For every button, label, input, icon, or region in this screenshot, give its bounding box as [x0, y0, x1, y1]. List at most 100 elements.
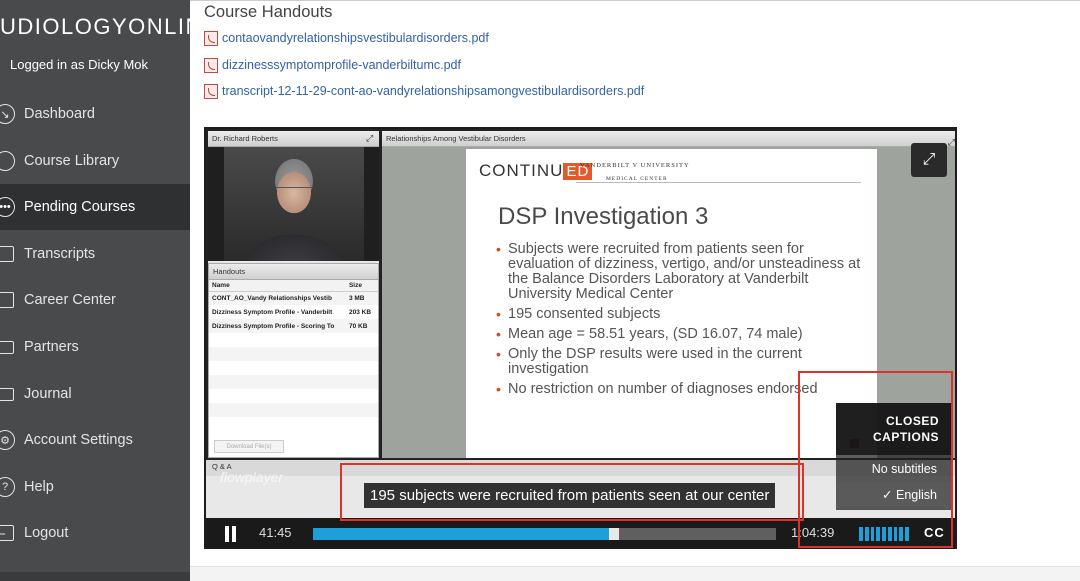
help-icon: ? [0, 476, 16, 498]
empty-row [209, 403, 378, 417]
briefcase-icon [0, 289, 16, 311]
library-icon [0, 150, 16, 172]
cc-button[interactable]: CC [924, 525, 945, 540]
volume-bar [870, 527, 875, 541]
handouts-panel: Handouts Name Size CONT_AO_Vandy Relatio… [208, 263, 379, 458]
handouts-panel-header: Handouts [209, 264, 378, 280]
volume-bar [864, 527, 869, 541]
sidebar-footer [0, 572, 190, 581]
table-row[interactable]: CONT_AO_Vandy Relationships Vestib 3 MB [209, 291, 378, 305]
course-handouts-title: Course Handouts [204, 3, 333, 21]
continued-logo: CONTINU ED [479, 161, 593, 181]
video-player[interactable]: Dr. Richard Roberts ⤢ Handouts Name Size… [204, 127, 957, 549]
empty-row [209, 347, 378, 361]
volume-bar [876, 527, 881, 541]
current-time: 41:45 [259, 525, 292, 540]
logout-icon: – [0, 522, 16, 544]
slides-panel-header: Relationships Among Vestibular Disorders… [382, 131, 955, 150]
brand-logo[interactable]: UDIOLOGYONLINE [0, 14, 219, 40]
sidebar-item-logout[interactable]: – Logout [0, 510, 190, 556]
slide-bullet: 195 consented subjects [496, 307, 866, 323]
sidebar-item-career-center[interactable]: Career Center [0, 277, 190, 323]
progress-bar[interactable] [313, 528, 776, 540]
download-files-button[interactable]: Download File(s) [214, 440, 284, 453]
cc-option-no-subtitles[interactable]: No subtitles [836, 457, 953, 481]
slide-divider [576, 182, 861, 183]
table-row[interactable]: Dizziness Symptom Profile - Scoring To 7… [209, 319, 378, 333]
presentation-title: Relationships Among Vestibular Disorders [386, 134, 526, 143]
sidebar: UDIOLOGYONLINE Logged in as Dicky Mok ↘ … [0, 0, 218, 581]
sidebar-item-journal[interactable]: Journal [0, 371, 190, 417]
sidebar-item-help[interactable]: ? Help [0, 464, 190, 510]
gear-icon: ⚙ [0, 429, 16, 451]
file-size: 3 MB [345, 291, 378, 305]
slide-bullet: Only the DSP results were used in the cu… [496, 347, 866, 377]
bottom-strip [190, 566, 1080, 581]
slide: CONTINU ED VANDERBILT V UNIVERSITY MEDICA… [466, 149, 877, 458]
pdf-icon [204, 83, 218, 99]
volume-bar [905, 527, 910, 541]
progress-fill [313, 528, 610, 540]
sidebar-item-transcripts[interactable]: Transcripts [0, 231, 190, 277]
pdf-icon [204, 57, 218, 73]
cc-option-english[interactable]: ✓ English [836, 482, 953, 508]
vanderbilt-logo: VANDERBILT V UNIVERSITY [580, 162, 690, 169]
sidebar-item-label: Help [24, 479, 54, 495]
sidebar-item-account-settings[interactable]: ⚙ Account Settings [0, 417, 190, 463]
file-name: Dizziness Symptom Profile - Vanderbilt [212, 308, 333, 316]
speaker-video [208, 147, 379, 261]
logo-text: CONTINU [479, 161, 564, 180]
volume-bar [882, 527, 886, 541]
sidebar-item-label: Journal [24, 386, 72, 402]
caption-text: 195 subjects were recruited from patient… [364, 483, 776, 508]
glasses-detail [275, 187, 312, 197]
flowplayer-watermark: flowplayer [220, 469, 284, 485]
fullscreen-button[interactable]: ⤢ [911, 143, 947, 177]
volume-slider[interactable] [859, 527, 910, 541]
sidebar-item-dashboard[interactable]: ↘ Dashboard [0, 91, 190, 137]
column-name: Name [209, 280, 346, 292]
handout-link-label: dizzinesssymptomprofile-vanderbiltumc.pd… [222, 58, 461, 72]
handout-link[interactable]: transcript-12-11-29-cont-ao-vandyrelatio… [204, 82, 644, 100]
slide-bullet: No restriction on number of diagnoses en… [496, 382, 866, 398]
handouts-table: Name Size CONT_AO_Vandy Relationships Ve… [209, 280, 378, 431]
volume-bar [893, 527, 898, 541]
handout-link[interactable]: contaovandyrelationshipsvestibulardisord… [204, 29, 489, 47]
handout-link[interactable]: dizzinesssymptomprofile-vanderbiltumc.pd… [204, 56, 461, 74]
file-name: Dizziness Symptom Profile - Scoring To [209, 319, 346, 333]
sidebar-item-pending-courses[interactable]: ••• Pending Courses [0, 184, 190, 230]
pdf-icon [204, 30, 218, 46]
sidebar-item-label: Account Settings [24, 432, 133, 448]
handout-link-label: contaovandyrelationshipsvestibulardisord… [222, 31, 489, 45]
sidebar-item-label: Logout [24, 525, 69, 541]
sidebar-item-label: Dashboard [24, 106, 95, 122]
table-row[interactable]: Dizziness Symptom Profile - Vanderbilt 2… [209, 305, 378, 319]
pause-icon[interactable] [224, 526, 238, 542]
empty-row [209, 333, 378, 347]
sidebar-item-label: Transcripts [24, 246, 96, 262]
player-controls: 41:45 1:04:39 CC [206, 518, 955, 547]
dashboard-icon: ↘ [0, 103, 16, 125]
empty-row [209, 417, 378, 431]
volume-bar [887, 527, 892, 541]
sidebar-item-label: Partners [24, 339, 79, 355]
slide-bullets: Subjects were recruited from patients se… [496, 242, 866, 402]
progress-buffer [609, 528, 619, 540]
sidebar-item-partners[interactable]: Partners [0, 324, 190, 370]
file-size: 203 KB [348, 308, 372, 316]
volume-bar [899, 527, 904, 541]
speaker-portrait [223, 147, 364, 261]
closed-captions-menu: CLOSED CAPTIONS No subtitles ✓ English [836, 403, 953, 510]
sidebar-item-course-library[interactable]: Course Library [0, 138, 190, 184]
slide-bullet: Mean age = 58.51 years, (SD 16.07, 74 ma… [496, 327, 866, 343]
slide-title: DSP Investigation 3 [498, 203, 709, 230]
expand-icon[interactable]: ⤢ [366, 134, 375, 143]
cc-menu-title: CLOSED CAPTIONS [836, 403, 953, 455]
sidebar-item-label: Course Library [24, 153, 120, 169]
top-divider [190, 0, 1080, 1]
journal-icon [0, 383, 16, 405]
expand-icon[interactable]: ⤢ [948, 134, 955, 150]
volume-bar [859, 527, 863, 541]
file-name: CONT_AO_Vandy Relationships Vestib [209, 291, 346, 305]
fullscreen-icon: ⤢ [922, 151, 936, 168]
